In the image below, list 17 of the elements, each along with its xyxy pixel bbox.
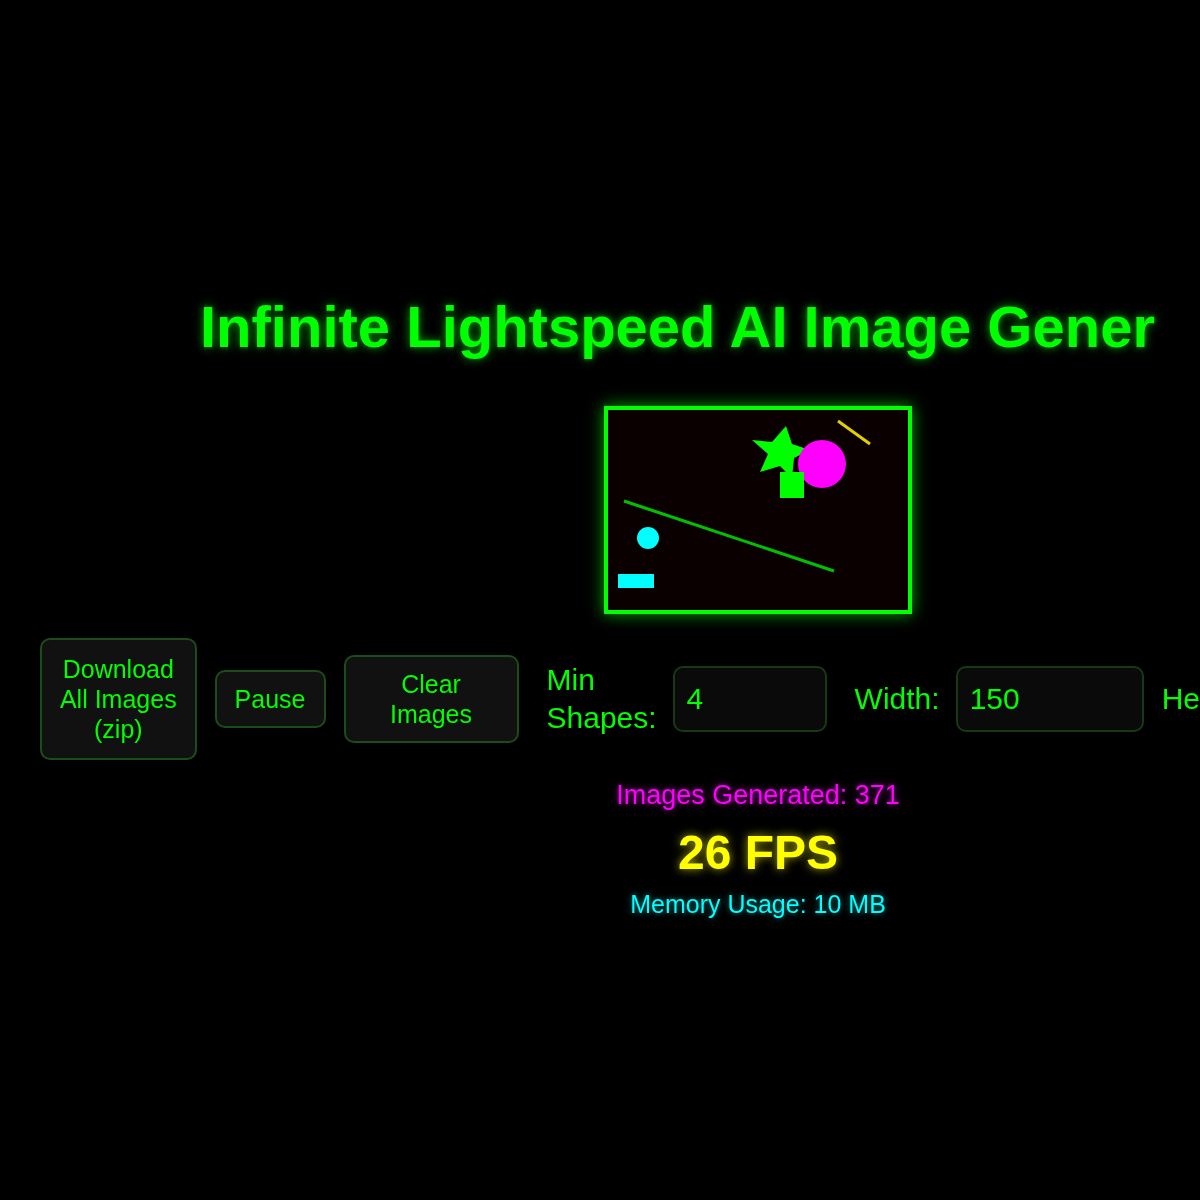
- square-shape: [780, 472, 804, 498]
- images-generated-counter: Images Generated: 371: [616, 780, 900, 811]
- field-label: Min Shapes:: [546, 662, 657, 736]
- page-title: Infinite Lightspeed AI Image Gener: [200, 294, 1155, 360]
- circle-shape: [798, 440, 846, 488]
- action-button[interactable]: Download All Images (zip): [40, 638, 197, 760]
- action-button[interactable]: Pause: [214, 670, 326, 728]
- short-line-shape: [837, 419, 871, 446]
- number-field[interactable]: 150: [955, 666, 1144, 732]
- action-button[interactable]: Clear Images: [343, 655, 519, 743]
- number-field[interactable]: 4: [672, 666, 827, 732]
- rectangle-shape: [618, 574, 654, 588]
- fps-counter: 26 FPS: [677, 825, 839, 880]
- memory-usage: Memory Usage: 10 MB: [630, 890, 886, 919]
- field-label: He: [1161, 681, 1200, 717]
- circle-shape: [637, 527, 659, 549]
- field-label: Width:: [854, 681, 940, 717]
